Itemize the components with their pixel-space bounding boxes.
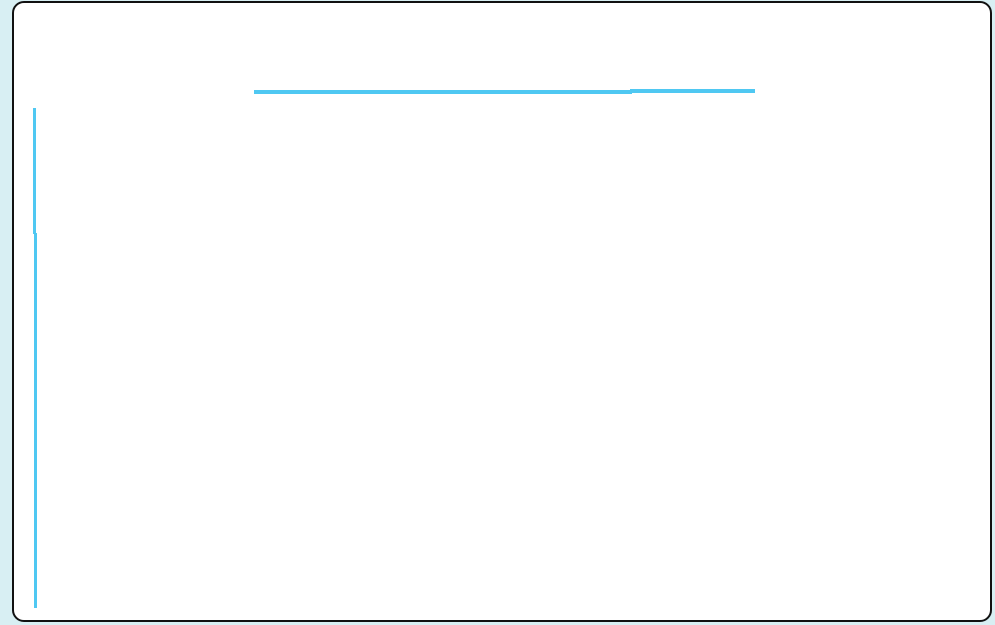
horizontal-stroke-segment: [630, 89, 755, 93]
drawing-canvas[interactable]: [12, 1, 992, 622]
left-edge-strip: [0, 0, 12, 625]
screen-root: [0, 0, 995, 625]
vertical-stroke-segment: [34, 484, 37, 608]
vertical-stroke-segment: [33, 108, 36, 234]
horizontal-stroke-segment: [379, 90, 632, 94]
vertical-stroke-segment: [34, 233, 37, 485]
horizontal-stroke-segment: [254, 90, 380, 94]
